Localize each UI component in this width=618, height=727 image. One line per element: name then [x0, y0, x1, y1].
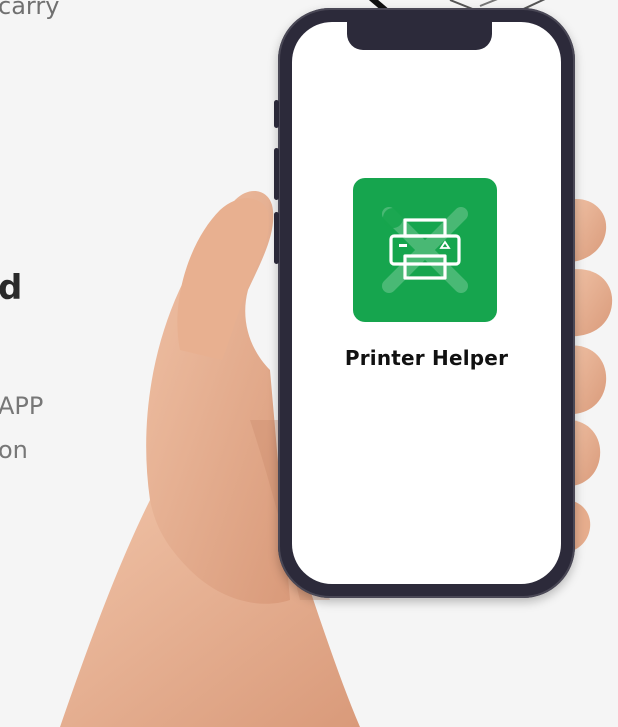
- printer-wrench-icon: [382, 207, 468, 293]
- app-icon-tile[interactable]: [353, 178, 497, 322]
- phone-notch: [347, 22, 492, 50]
- page: carry d APP on Printer Helper: [0, 0, 618, 727]
- app-name-label: Printer Helper: [344, 346, 509, 370]
- phone-device: Printer Helper: [274, 8, 575, 598]
- phone-volume-up-button: [274, 148, 279, 200]
- phone-screen: Printer Helper: [292, 22, 561, 584]
- phone-volume-down-button: [274, 212, 279, 264]
- phone-side-button: [274, 100, 279, 128]
